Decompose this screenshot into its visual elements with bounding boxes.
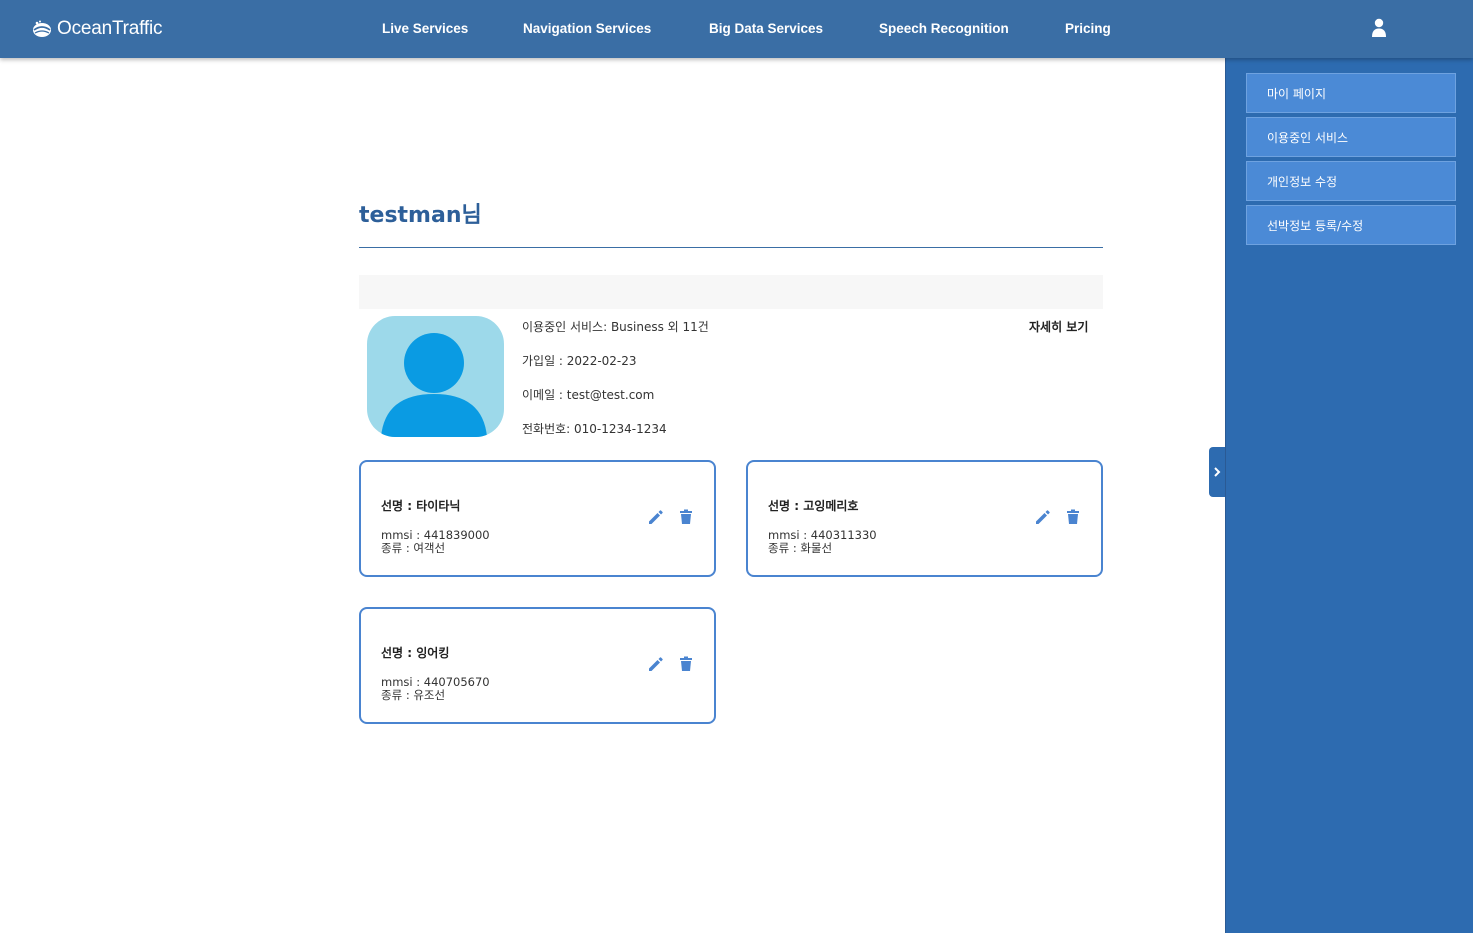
sidebar-item-label: 이용중인 서비스 <box>1267 130 1349 145</box>
sidebar-item-my-page[interactable]: 마이 페이지 <box>1246 73 1456 113</box>
sidebar-toggle-button[interactable] <box>1209 447 1225 497</box>
ship-card: 선명 : 타이타닉 mmsi : 441839000 종류 : 여객선 <box>359 460 716 577</box>
sidebar-item-label: 선박정보 등록/수정 <box>1267 218 1364 233</box>
top-navigation-bar: OceanTraffic Live Services Navigation Se… <box>0 0 1473 58</box>
sidebar-item-services-in-use[interactable]: 이용중인 서비스 <box>1246 117 1456 157</box>
chevron-right-icon <box>1214 467 1221 477</box>
delete-trash-icon[interactable] <box>1064 508 1082 526</box>
delete-trash-icon[interactable] <box>677 655 695 673</box>
profile-header-band <box>359 275 1103 309</box>
oceantraffic-logo[interactable]: OceanTraffic <box>31 17 163 41</box>
avatar <box>367 316 504 437</box>
user-avatar-icon <box>381 333 487 437</box>
phone-info: 전화번호: 010-1234-1234 <box>522 422 667 436</box>
sidebar-item-edit-profile[interactable]: 개인정보 수정 <box>1246 161 1456 201</box>
ship-type: 종류 : 유조선 <box>381 688 446 702</box>
nav-live-services[interactable]: Live Services <box>382 21 468 36</box>
right-sidebar: 마이 페이지 이용중인 서비스 개인정보 수정 선박정보 등록/수정 <box>1225 58 1473 933</box>
sidebar-item-label: 마이 페이지 <box>1267 86 1327 101</box>
edit-pencil-icon[interactable] <box>1034 508 1052 526</box>
ship-name: 선명 : 잉어킹 <box>381 646 450 660</box>
nav-pricing[interactable]: Pricing <box>1065 21 1111 36</box>
page-title: testman님 <box>359 203 482 228</box>
ship-card: 선명 : 잉어킹 mmsi : 440705670 종류 : 유조선 <box>359 607 716 724</box>
edit-pencil-icon[interactable] <box>647 508 665 526</box>
sidebar-item-ship-register[interactable]: 선박정보 등록/수정 <box>1246 205 1456 245</box>
ship-name: 선명 : 고잉메리호 <box>768 499 859 513</box>
logo-text: OceanTraffic <box>57 18 163 39</box>
nav-navigation-services[interactable]: Navigation Services <box>523 21 651 36</box>
ship-type: 종류 : 화물선 <box>768 541 833 555</box>
sidebar-item-label: 개인정보 수정 <box>1267 174 1338 189</box>
ship-logo-icon <box>33 20 51 37</box>
service-info: 이용중인 서비스: Business 외 11건 <box>522 320 709 334</box>
delete-trash-icon[interactable] <box>677 508 695 526</box>
edit-pencil-icon[interactable] <box>647 655 665 673</box>
ship-name: 선명 : 타이타닉 <box>381 499 461 513</box>
join-date: 가입일 : 2022-02-23 <box>522 354 637 368</box>
title-divider <box>359 247 1103 248</box>
nav-speech-recognition[interactable]: Speech Recognition <box>879 21 1009 36</box>
ship-type: 종류 : 여객선 <box>381 541 446 555</box>
ship-card: 선명 : 고잉메리호 mmsi : 440311330 종류 : 화물선 <box>746 460 1103 577</box>
view-details-link[interactable]: 자세히 보기 <box>1029 318 1088 335</box>
email-info: 이메일 : test@test.com <box>522 388 655 402</box>
user-icon[interactable] <box>1370 18 1388 38</box>
nav-big-data-services[interactable]: Big Data Services <box>709 21 823 36</box>
